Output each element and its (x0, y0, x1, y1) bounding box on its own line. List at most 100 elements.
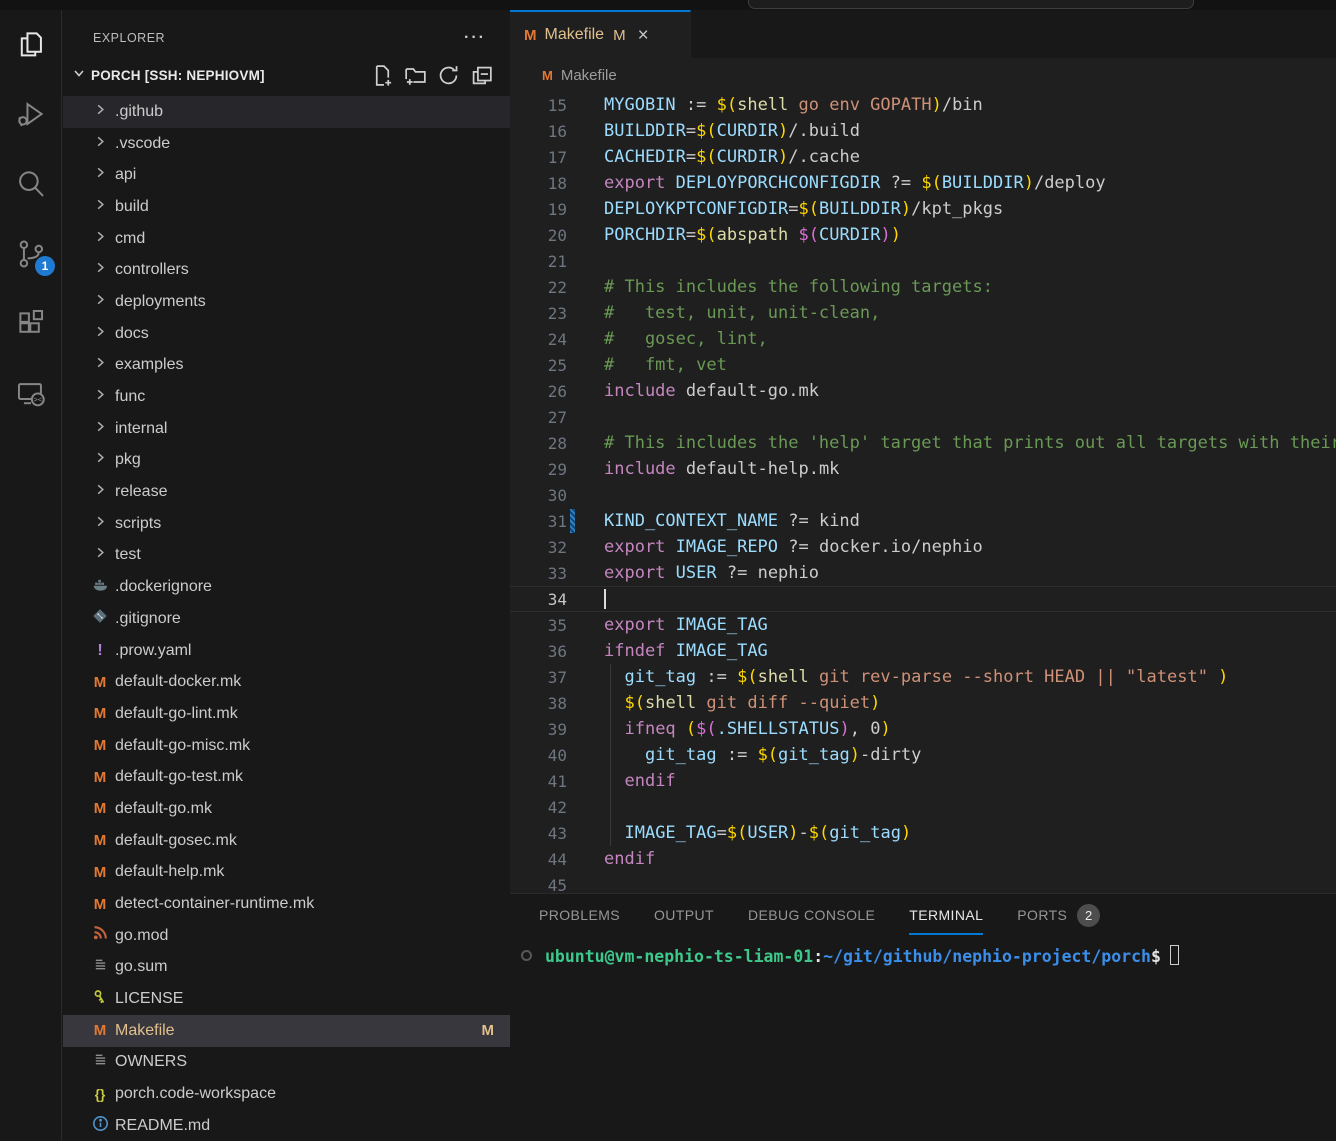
tree-folder-examples[interactable]: examples (63, 350, 510, 382)
line-number[interactable]: 35 (510, 616, 567, 635)
line-number[interactable]: 16 (510, 122, 567, 141)
line-number[interactable]: 41 (510, 772, 567, 791)
tree-file-license[interactable]: LICENSE (63, 983, 510, 1015)
code-line-34[interactable]: 34 (510, 586, 1336, 612)
line-content[interactable]: CACHEDIR=$(CURDIR)/.cache (576, 144, 1336, 170)
code-line-33[interactable]: 33export USER ?= nephio (510, 560, 1336, 586)
tree-file-owners[interactable]: OWNERS (63, 1047, 510, 1079)
line-content[interactable]: BUILDDIR=$(CURDIR)/.build (576, 118, 1336, 144)
panel-tab-output[interactable]: OUTPUT (654, 894, 714, 936)
line-content[interactable]: DEPLOYKPTCONFIGDIR=$(BUILDDIR)/kpt_pkgs (576, 196, 1336, 222)
line-number[interactable]: 22 (510, 278, 567, 297)
activity-source-control-button[interactable]: 1 (0, 232, 61, 280)
line-number[interactable]: 44 (510, 850, 567, 869)
tree-file-detect-container-runtime-mk[interactable]: Mdetect-container-runtime.mk (63, 888, 510, 920)
line-content[interactable] (576, 248, 1336, 274)
line-number[interactable]: 37 (510, 668, 567, 687)
line-content[interactable]: IMAGE_TAG=$(USER)-$(git_tag) (576, 820, 1336, 846)
line-content[interactable]: include default-help.mk (576, 456, 1336, 482)
tree-file-default-docker-mk[interactable]: Mdefault-docker.mk (63, 666, 510, 698)
line-number[interactable]: 19 (510, 200, 567, 219)
code-line-24[interactable]: 24# gosec, lint, (510, 326, 1336, 352)
tree-file-default-gosec-mk[interactable]: Mdefault-gosec.mk (63, 825, 510, 857)
line-number[interactable]: 27 (510, 408, 567, 427)
code-line-28[interactable]: 28 # This includes the 'help' target that… (510, 430, 1336, 456)
code-line-40[interactable]: 40 git_tag := $(git_tag)-dirty (510, 742, 1336, 768)
code-line-29[interactable]: 29include default-help.mk (510, 456, 1336, 482)
line-content[interactable]: export IMAGE_TAG (576, 612, 1336, 638)
tree-folder-internal[interactable]: internal (63, 413, 510, 445)
activity-search-button[interactable] (0, 162, 61, 210)
tree-file-default-go-misc-mk[interactable]: Mdefault-go-misc.mk (63, 730, 510, 762)
tree-file-default-go-test-mk[interactable]: Mdefault-go-test.mk (63, 761, 510, 793)
line-content[interactable]: endif (576, 846, 1336, 872)
tree-folder-release[interactable]: release (63, 476, 510, 508)
breadcrumb[interactable]: M Makefile (510, 58, 1336, 92)
line-number[interactable]: 43 (510, 824, 567, 843)
tree-file-go-mod[interactable]: go.mod (63, 920, 510, 952)
tree-folder-api[interactable]: api (63, 159, 510, 191)
tree-file-default-go-mk[interactable]: Mdefault-go.mk (63, 793, 510, 825)
code-line-22[interactable]: 22 # This includes the following targets: (510, 274, 1336, 300)
code-line-31[interactable]: 31KIND_CONTEXT_NAME ?= kind (510, 508, 1336, 534)
tree-folder-test[interactable]: test (63, 540, 510, 572)
code-line-41[interactable]: 41 endif (510, 768, 1336, 794)
line-content[interactable]: # This includes the 'help' target that p… (576, 430, 1336, 456)
code-line-23[interactable]: 23# test, unit, unit-clean, (510, 300, 1336, 326)
code-line-27[interactable]: 27 (510, 404, 1336, 430)
line-content[interactable]: export USER ?= nephio (576, 560, 1336, 586)
code-line-44[interactable]: 44 endif (510, 846, 1336, 872)
collapse-folders-button[interactable] (465, 62, 498, 88)
tree-folder-deployments[interactable]: deployments (63, 286, 510, 318)
line-number[interactable]: 18 (510, 174, 567, 193)
tree-folder-cmd[interactable]: cmd (63, 223, 510, 255)
code-line-25[interactable]: 25# fmt, vet (510, 352, 1336, 378)
line-content[interactable]: ifndef IMAGE_TAG (576, 638, 1336, 664)
tree-folder--github[interactable]: .github (63, 96, 510, 128)
code-line-43[interactable]: 43 IMAGE_TAG=$(USER)-$(git_tag) (510, 820, 1336, 846)
line-number[interactable]: 34 (510, 590, 567, 609)
line-number[interactable]: 45 (510, 876, 567, 894)
line-content[interactable]: # gosec, lint, (576, 326, 1336, 352)
line-number[interactable]: 23 (510, 304, 567, 323)
new-folder-button[interactable] (399, 62, 432, 88)
views-actions-button[interactable]: ··· (464, 29, 486, 47)
line-content[interactable]: # This includes the following targets: (576, 274, 1336, 300)
line-number[interactable]: 31 (510, 512, 567, 531)
code-line-19[interactable]: 19 DEPLOYKPTCONFIGDIR=$(BUILDDIR)/kpt_pkg… (510, 196, 1336, 222)
panel-tab-debug-console[interactable]: DEBUG CONSOLE (748, 894, 875, 936)
code-line-45[interactable]: 45 (510, 872, 1336, 893)
code-line-21[interactable]: 21 (510, 248, 1336, 274)
tree-file--gitignore[interactable]: .gitignore (63, 603, 510, 635)
code-line-32[interactable]: 32export IMAGE_REPO ?= docker.io/nephio (510, 534, 1336, 560)
line-number[interactable]: 36 (510, 642, 567, 661)
tree-file--prow-yaml[interactable]: !.prow.yaml (63, 635, 510, 667)
tree-folder-pkg[interactable]: pkg (63, 445, 510, 477)
code-line-37[interactable]: 37 git_tag := $(shell git rev-parse --sh… (510, 664, 1336, 690)
code-line-38[interactable]: 38 $(shell git diff --quiet) (510, 690, 1336, 716)
line-content[interactable] (576, 482, 1336, 508)
activity-remote-explorer-button[interactable]: >< (0, 372, 61, 420)
line-number[interactable]: 28 (510, 434, 567, 453)
line-number[interactable]: 15 (510, 96, 567, 115)
line-number[interactable]: 17 (510, 148, 567, 167)
tree-file-makefile[interactable]: MMakefileM (63, 1015, 510, 1047)
activity-explorer-button[interactable] (0, 22, 61, 70)
line-content[interactable]: ifneq ($(.SHELLSTATUS), 0) (576, 716, 1336, 742)
line-number[interactable]: 38 (510, 694, 567, 713)
tree-file-porch-code-workspace[interactable]: {}porch.code-workspace (63, 1078, 510, 1110)
line-content[interactable] (576, 872, 1336, 893)
line-number[interactable]: 30 (510, 486, 567, 505)
line-content[interactable] (576, 586, 1336, 612)
code-line-26[interactable]: 26include default-go.mk (510, 378, 1336, 404)
line-content[interactable]: export IMAGE_REPO ?= docker.io/nephio (576, 534, 1336, 560)
line-content[interactable]: $(shell git diff --quiet) (576, 690, 1336, 716)
tree-folder-docs[interactable]: docs (63, 318, 510, 350)
tree-folder-controllers[interactable]: controllers (63, 254, 510, 286)
line-number[interactable]: 40 (510, 746, 567, 765)
code-editor[interactable]: 15MYGOBIN := $(shell go env GOPATH)/bin1… (510, 92, 1336, 893)
terminal-prompt-line[interactable]: ubuntu@vm-nephio-ts-liam-01:~/git/github… (510, 945, 1336, 966)
code-line-15[interactable]: 15MYGOBIN := $(shell go env GOPATH)/bin (510, 92, 1336, 118)
new-file-button[interactable] (366, 62, 399, 88)
workspace-section-header[interactable]: PORCH [SSH: NEPHIOVM] (63, 58, 510, 92)
